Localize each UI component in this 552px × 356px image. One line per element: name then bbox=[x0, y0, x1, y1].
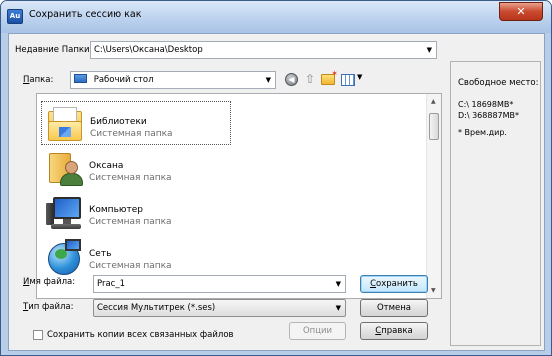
item-type: Системная папка bbox=[89, 173, 172, 183]
window-title: Сохранить сессию как bbox=[29, 9, 142, 20]
view-menu-icon[interactable] bbox=[341, 74, 355, 86]
filename-value: Prac_1 bbox=[97, 279, 126, 289]
recent-folders-label: Недавние Папки: bbox=[15, 45, 93, 55]
computer-icon bbox=[45, 193, 83, 231]
filename-label: Имя файла: bbox=[23, 277, 76, 287]
list-item-user[interactable]: Оксана Системная папка bbox=[41, 146, 231, 190]
scroll-thumb[interactable] bbox=[429, 113, 439, 140]
new-folder-icon[interactable] bbox=[321, 69, 338, 85]
list-item-network[interactable]: Сеть Системная папка bbox=[41, 234, 231, 278]
cancel-button[interactable]: Отмена bbox=[360, 299, 428, 317]
free-space-header: Свободное место: bbox=[458, 78, 539, 88]
list-item-libraries[interactable]: Библиотеки Системная папка bbox=[41, 101, 231, 145]
desktop-icon bbox=[74, 74, 87, 83]
back-icon[interactable]: ◀ bbox=[285, 73, 298, 86]
filetype-value: Сессия Мультитрек (*.ses) bbox=[97, 303, 216, 313]
title-bar[interactable]: Au Сохранить сессию как ✕ bbox=[1, 1, 551, 33]
close-button[interactable]: ✕ bbox=[499, 2, 543, 21]
chevron-down-icon: ▼ bbox=[335, 304, 341, 312]
item-type: Системная папка bbox=[89, 217, 172, 227]
free-space-drive-c: C:\ 18698MB* bbox=[458, 100, 514, 109]
item-name: Сеть bbox=[89, 249, 112, 259]
item-name: Компьютер bbox=[89, 205, 143, 215]
file-list[interactable]: Библиотеки Системная папка Оксана Систем… bbox=[36, 93, 442, 299]
recent-folders-value: C:\Users\Оксана\Desktop bbox=[94, 45, 203, 55]
temp-dir-note: * Врем.дир. bbox=[458, 128, 507, 137]
list-item-computer[interactable]: Компьютер Системная папка bbox=[41, 190, 231, 234]
save-button[interactable]: Сохранить bbox=[360, 275, 428, 293]
scroll-down-icon[interactable]: ▼ bbox=[431, 287, 436, 294]
save-copies-label[interactable]: Сохранить копии всех связанных файлов bbox=[47, 330, 234, 340]
free-space-drive-d: D:\ 368887MB* bbox=[458, 111, 520, 120]
chevron-down-icon: ▼ bbox=[335, 280, 341, 288]
save-copies-checkbox[interactable] bbox=[33, 330, 43, 340]
item-name: Оксана bbox=[89, 161, 124, 171]
recent-folders-combo[interactable]: C:\Users\Оксана\Desktop ▼ bbox=[90, 41, 437, 59]
libraries-icon bbox=[46, 105, 84, 143]
view-menu-arrow-icon[interactable]: ▼ bbox=[357, 73, 362, 81]
folder-combo[interactable]: Рабочий стол ▼ bbox=[70, 71, 276, 89]
free-space-panel: Свободное место: C:\ 18698MB* D:\ 368887… bbox=[450, 61, 541, 346]
save-session-dialog: Au Сохранить сессию как ✕ Недавние Папки… bbox=[0, 0, 552, 356]
options-button[interactable]: Опции bbox=[289, 322, 346, 340]
audition-app-icon: Au bbox=[7, 9, 23, 24]
filetype-select[interactable]: Сессия Мультитрек (*.ses) ▼ bbox=[93, 299, 346, 317]
network-icon bbox=[45, 237, 83, 275]
help-button[interactable]: Справка bbox=[360, 322, 428, 340]
user-folder-icon bbox=[45, 149, 83, 187]
folder-value: Рабочий стол bbox=[93, 75, 154, 85]
folder-label: Папка: bbox=[23, 75, 54, 85]
item-type: Системная папка bbox=[89, 261, 172, 271]
scroll-up-icon[interactable]: ▲ bbox=[431, 98, 436, 105]
chevron-down-icon: ▼ bbox=[426, 46, 432, 54]
filename-input[interactable]: Prac_1 ▼ bbox=[93, 275, 346, 293]
filetype-label: Тип файла: bbox=[23, 302, 74, 312]
dialog-body: Недавние Папки: C:\Users\Оксана\Desktop … bbox=[8, 33, 545, 351]
item-name: Библиотеки bbox=[90, 117, 147, 127]
item-type: Системная папка bbox=[90, 129, 173, 139]
vertical-scrollbar[interactable]: ▲ ▼ bbox=[426, 94, 441, 298]
chevron-down-icon: ▼ bbox=[265, 76, 271, 84]
up-folder-icon[interactable]: ⇧ bbox=[303, 72, 317, 86]
